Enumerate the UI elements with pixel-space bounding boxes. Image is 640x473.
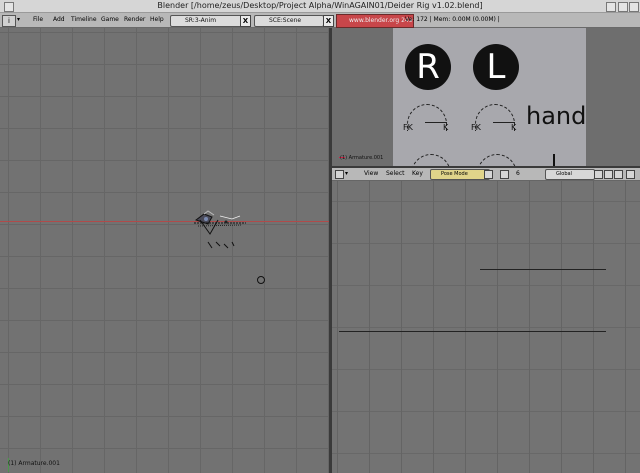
x-axis-line [0,221,329,222]
pivot-icon[interactable] [484,170,493,179]
editor-type-icon[interactable] [335,170,344,179]
3d-viewport-left[interactable]: (1) Armature.001 [0,28,329,473]
rig-control-panel: R L FK K FK K hand [393,28,586,167]
menu-help[interactable]: Help [150,13,164,27]
stats-text: Ve: 172 | Mem: 0.00M (0.00M) | [405,16,500,23]
screen-field[interactable]: SR:3-Anim [170,15,242,27]
menu-game[interactable]: Game [101,13,119,27]
frame-number[interactable]: 6 [516,168,520,180]
right-view-header: ▾ View Select Key Pose Mode 6 Global [332,168,640,181]
draw-type-icon[interactable] [500,170,509,179]
left-side-badge[interactable]: L [473,44,519,90]
layer-button-2[interactable] [604,170,613,179]
3d-cursor-icon [257,276,265,284]
fk-ik-switch-arc [407,104,447,131]
collapse-arrow-icon-2[interactable]: ▾ [345,168,348,180]
screen-delete-button[interactable]: X [240,15,251,27]
menu-file[interactable]: File [33,13,43,27]
hand-label: hand [526,102,586,130]
layer-button-4[interactable] [626,170,635,179]
window-titlebar: Blender [/home/zeus/Desktop/Project Alph… [0,0,640,13]
menu-select[interactable]: Select [386,168,405,180]
action-editor-area[interactable] [332,181,640,473]
main-header: i ▾ File Add Timeline Game Render Help S… [0,13,640,28]
channel-line-1 [480,269,606,270]
collapse-arrow-icon[interactable]: ▾ [17,13,20,27]
layer-button-3[interactable] [614,170,623,179]
window-title: Blender [/home/zeus/Desktop/Project Alph… [157,1,483,10]
menu-add[interactable]: Add [53,13,65,27]
maximize-icon[interactable] [618,2,628,12]
menu-render[interactable]: Render [124,13,145,27]
frame-field[interactable]: www.blender.org 249 [336,14,414,28]
menu-key[interactable]: Key [412,168,423,180]
channel-line-2 [339,331,606,332]
object-label: (1) Armature.001 [8,460,60,467]
layer-button-1[interactable] [594,170,603,179]
info-icon[interactable]: i [2,15,16,27]
fk-label: FK [403,123,413,132]
minimize-icon[interactable] [606,2,616,12]
right-object-label: (1) Armature.001 [340,155,384,161]
menu-timeline[interactable]: Timeline [71,13,97,27]
scene-delete-button[interactable]: X [323,15,334,27]
armature-rig[interactable] [190,206,250,258]
close-window-icon[interactable] [629,2,639,12]
fk-label-2: FK [471,123,481,132]
fk-ik-switch-arc-2 [475,104,515,131]
right-side-badge[interactable]: R [405,44,451,90]
menu-view[interactable]: View [364,168,378,180]
orientation-select[interactable]: Global [545,169,595,180]
k-label: K [443,123,449,132]
mode-select[interactable]: Pose Mode [430,169,490,180]
scene-field[interactable]: SCE:Scene [254,15,324,27]
k-label-2: K [511,123,517,132]
